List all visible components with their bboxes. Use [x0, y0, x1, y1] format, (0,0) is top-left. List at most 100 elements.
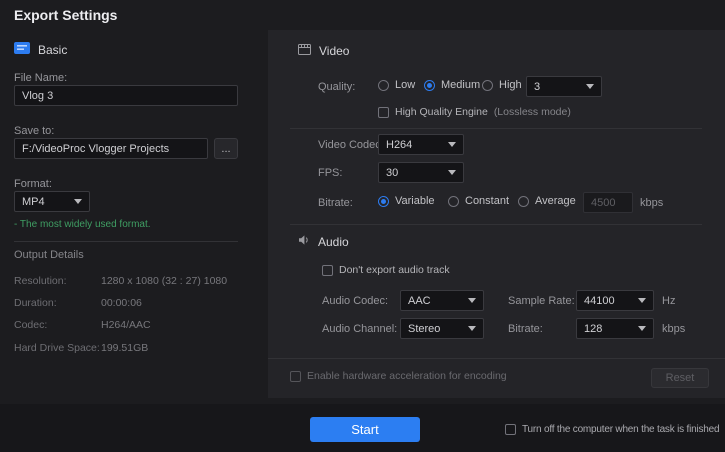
checkbox-icon	[378, 107, 389, 118]
duration-value: 00:00:06	[101, 297, 142, 309]
hardware-acceleration-label: Enable hardware acceleration for encodin…	[307, 370, 507, 382]
audio-bitrate-dropdown[interactable]: 128	[576, 318, 654, 339]
format-label: Format:	[14, 178, 52, 190]
audio-codec-dropdown[interactable]: AAC	[400, 290, 484, 311]
fps-value: 30	[386, 167, 398, 179]
basic-section-header: Basic	[14, 42, 67, 57]
chevron-down-icon	[638, 326, 646, 331]
sample-rate-unit: Hz	[662, 295, 675, 307]
checkbox-icon	[322, 265, 333, 276]
audio-section-label: Audio	[318, 235, 349, 249]
browse-button[interactable]: ...	[214, 138, 238, 159]
video-codec-dropdown[interactable]: H264	[378, 134, 464, 155]
start-button[interactable]: Start	[310, 417, 420, 442]
dont-export-audio-label: Don't export audio track	[339, 264, 450, 276]
video-section-header: Video	[298, 44, 349, 58]
speaker-icon	[298, 234, 310, 249]
hq-engine-note: (Lossless mode)	[494, 106, 571, 118]
chevron-down-icon	[74, 199, 82, 204]
file-name-label: File Name:	[14, 72, 67, 84]
left-divider	[14, 241, 238, 242]
export-settings-window: Export Settings Basic File Name: Save to…	[0, 0, 725, 452]
format-dropdown[interactable]: MP4	[14, 191, 90, 212]
fps-label: FPS:	[318, 167, 342, 179]
audio-section-header: Audio	[298, 234, 349, 249]
turn-off-checkbox[interactable]: Turn off the computer when the task is f…	[505, 424, 719, 435]
bitrate-label: Bitrate:	[318, 197, 353, 209]
output-details-header: Output Details	[14, 249, 84, 261]
hard-drive-space-value: 199.51GB	[101, 342, 148, 354]
audio-bitrate-label: Bitrate:	[508, 323, 543, 335]
bitrate-unit: kbps	[640, 197, 663, 209]
codec-value: H264/AAC	[101, 319, 151, 331]
radio-circle-icon	[518, 196, 529, 207]
save-to-input[interactable]	[14, 138, 208, 159]
radio-circle-icon	[482, 80, 493, 91]
quality-level-value: 3	[534, 81, 540, 93]
audio-channel-dropdown[interactable]: Stereo	[400, 318, 484, 339]
page-title: Export Settings	[14, 7, 117, 23]
bitrate-value-input[interactable]	[583, 192, 633, 213]
hardware-acceleration-checkbox[interactable]: Enable hardware acceleration for encodin…	[290, 370, 507, 382]
turn-off-label: Turn off the computer when the task is f…	[522, 424, 719, 435]
video-divider-1	[290, 128, 702, 129]
bitrate-radio-variable[interactable]: Variable	[378, 195, 435, 207]
checkbox-icon	[505, 424, 516, 435]
radio-circle-icon	[448, 196, 459, 207]
footer-divider	[268, 358, 725, 359]
audio-bitrate-unit: kbps	[662, 323, 685, 335]
dont-export-audio-checkbox[interactable]: Don't export audio track	[322, 264, 450, 276]
video-section-label: Video	[319, 44, 349, 58]
duration-label: Duration:	[14, 297, 57, 309]
video-icon	[298, 44, 311, 58]
hq-engine-checkbox[interactable]: High Quality Engine (Lossless mode)	[378, 106, 571, 118]
checkbox-icon	[290, 371, 301, 382]
chevron-down-icon	[468, 298, 476, 303]
fps-dropdown[interactable]: 30	[378, 162, 464, 183]
quality-medium-label: Medium	[441, 79, 480, 91]
save-to-label: Save to:	[14, 125, 54, 137]
quality-radio-low[interactable]: Low	[378, 79, 415, 91]
bitrate-radio-constant[interactable]: Constant	[448, 195, 509, 207]
radio-circle-icon	[378, 80, 389, 91]
basic-section-label: Basic	[38, 43, 67, 57]
bitrate-variable-label: Variable	[395, 195, 435, 207]
sample-rate-value: 44100	[584, 295, 615, 307]
chevron-down-icon	[586, 84, 594, 89]
chevron-down-icon	[448, 142, 456, 147]
resolution-value: 1280 x 1080 (32 : 27) 1080	[101, 275, 227, 287]
quality-radio-medium[interactable]: Medium	[424, 79, 480, 91]
bitrate-constant-label: Constant	[465, 195, 509, 207]
settings-panel: Video Quality: Low Medium High 3 High Qu…	[268, 30, 725, 398]
sample-rate-label: Sample Rate:	[508, 295, 575, 307]
video-codec-value: H264	[386, 139, 412, 151]
chevron-down-icon	[468, 326, 476, 331]
quality-low-label: Low	[395, 79, 415, 91]
codec-label: Codec:	[14, 319, 47, 331]
quality-level-dropdown[interactable]: 3	[526, 76, 602, 97]
sample-rate-dropdown[interactable]: 44100	[576, 290, 654, 311]
reset-button[interactable]: Reset	[651, 368, 709, 388]
file-name-input[interactable]	[14, 85, 238, 106]
resolution-label: Resolution:	[14, 275, 67, 287]
audio-bitrate-value: 128	[584, 323, 602, 335]
quality-radio-high[interactable]: High	[482, 79, 522, 91]
format-value: MP4	[22, 196, 45, 208]
hard-drive-space-label: Hard Drive Space:	[14, 342, 100, 354]
audio-channel-value: Stereo	[408, 323, 440, 335]
chevron-down-icon	[638, 298, 646, 303]
quality-high-label: High	[499, 79, 522, 91]
footer-bar: Start Turn off the computer when the tas…	[0, 404, 725, 452]
radio-circle-icon	[424, 80, 435, 91]
radio-circle-icon	[378, 196, 389, 207]
section-divider	[290, 224, 702, 225]
chevron-down-icon	[448, 170, 456, 175]
audio-channel-label: Audio Channel:	[322, 323, 397, 335]
hq-engine-label: High Quality Engine	[395, 106, 488, 118]
audio-codec-label: Audio Codec:	[322, 295, 388, 307]
basic-form-icon	[14, 42, 30, 57]
video-codec-label: Video Codec:	[318, 139, 384, 151]
format-hint: - The most widely used format.	[14, 219, 151, 230]
bitrate-radio-average[interactable]: Average	[518, 195, 576, 207]
bitrate-average-label: Average	[535, 195, 576, 207]
